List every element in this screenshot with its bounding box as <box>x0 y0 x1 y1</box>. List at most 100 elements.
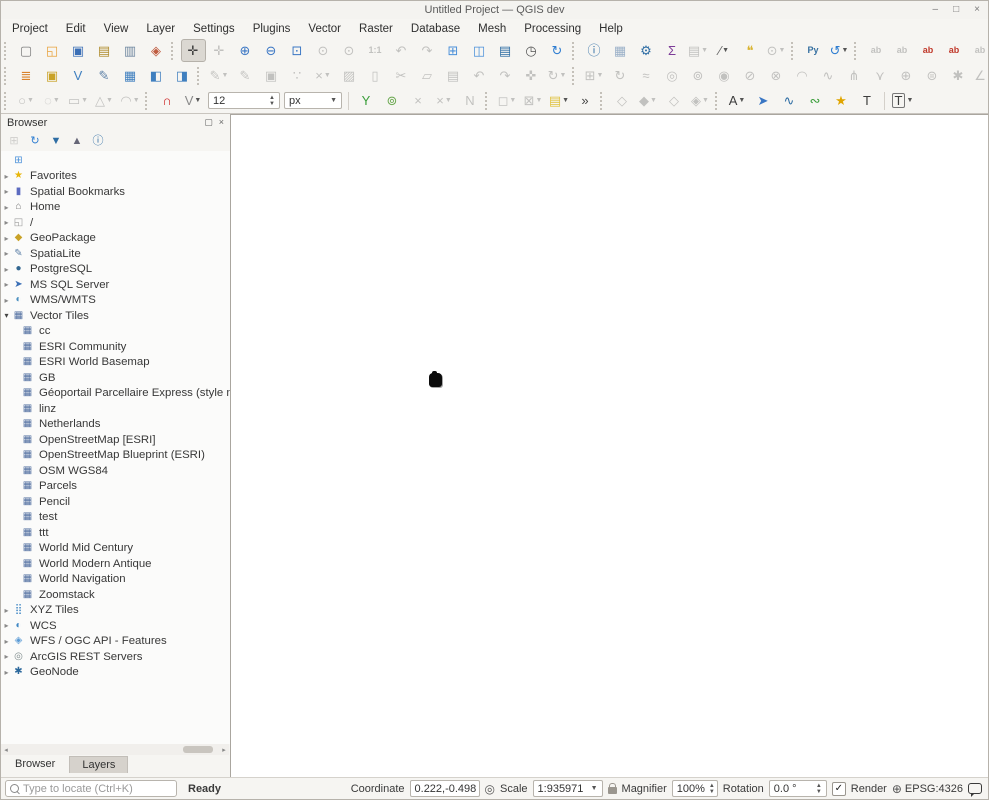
show-map-tips-button[interactable]: ❝ <box>738 39 763 62</box>
toolbar-drag-handle[interactable] <box>197 67 202 85</box>
expand-arrow-icon[interactable]: ▸ <box>1 234 12 243</box>
render-checkbox[interactable]: ✓ <box>832 782 846 796</box>
temporal-controller-panel-button[interactable]: ◷ <box>519 39 544 62</box>
toolbar-drag-handle[interactable] <box>791 42 796 60</box>
tree-item-osm-wgs84[interactable]: ▦OSM WGS84 <box>1 463 230 479</box>
snapping-tolerance-input[interactable]: 12▲▼ <box>208 92 280 109</box>
open-data-source-manager-button[interactable]: ≣ <box>14 64 39 87</box>
tree-item-xyz-tiles[interactable]: ▸⣿XYZ Tiles <box>1 603 230 619</box>
expand-arrow-icon[interactable]: ▸ <box>1 621 12 630</box>
toolbar-drag-handle[interactable] <box>600 92 605 110</box>
tree-item-project[interactable]: ⊞ <box>1 153 230 169</box>
show-spatial-bookmarks-button[interactable]: ▤ <box>493 39 518 62</box>
toolbar-drag-handle[interactable] <box>572 42 577 60</box>
enable-snapping-button[interactable]: ∩ <box>155 89 180 112</box>
expand-arrow-icon[interactable]: ▸ <box>1 652 12 661</box>
snapping-units-combo[interactable]: px▼ <box>284 92 342 109</box>
scroll-right-arrow[interactable]: ▸ <box>219 744 229 755</box>
tree-item-g-oportail-parcellaire-express-style-noir[interactable]: ▦Géoportail Parcellaire Express (style n… <box>1 386 230 402</box>
modify-annotations-button[interactable]: ➤ <box>751 89 776 112</box>
new-mesh-layer-button[interactable]: ◧ <box>144 64 169 87</box>
new-virtual-layer-button[interactable]: ◨ <box>170 64 195 87</box>
snapping-mode-dropdown-button[interactable]: V▼ <box>181 89 206 112</box>
tree-item-wms-wmts[interactable]: ▸◐WMS/WMTS <box>1 293 230 309</box>
select-by-form-button[interactable]: ▤▼ <box>547 89 572 112</box>
create-marker-annotation-button[interactable]: ★ <box>829 89 854 112</box>
tree-item-wfs-ogc-api-features[interactable]: ▸◈WFS / OGC API - Features <box>1 634 230 650</box>
expand-arrow-icon[interactable]: ▸ <box>1 172 12 181</box>
toolbar-drag-handle[interactable] <box>4 67 9 85</box>
scale-combo[interactable]: 1:935971 ▼ <box>533 780 603 797</box>
highlight-pinned-labels-button[interactable]: ab <box>916 39 941 62</box>
menu-mesh[interactable]: Mesh <box>469 21 515 37</box>
menu-edit[interactable]: Edit <box>57 21 95 37</box>
menu-plugins[interactable]: Plugins <box>244 21 300 37</box>
zoom-out-button[interactable]: ⊖ <box>259 39 284 62</box>
tree-item-[interactable]: ▸◱/ <box>1 215 230 231</box>
spin-steppers[interactable]: ▲▼ <box>705 783 715 795</box>
maximize-button[interactable]: □ <box>953 5 959 15</box>
create-point-text-annotation-button[interactable]: T <box>855 89 880 112</box>
toolbar-drag-handle[interactable] <box>854 42 859 60</box>
menu-help[interactable]: Help <box>590 21 632 37</box>
show-statistical-summary-button[interactable]: Σ <box>660 39 685 62</box>
close-button[interactable]: × <box>974 5 980 15</box>
tree-item-openstreetmap-blueprint-esri[interactable]: ▦OpenStreetMap Blueprint (ESRI) <box>1 448 230 464</box>
collapse-all-button[interactable]: ▲ <box>68 132 86 150</box>
tree-item-geopackage[interactable]: ▸◆GeoPackage <box>1 231 230 247</box>
tree-item-ttt[interactable]: ▦ttt <box>1 525 230 541</box>
tree-item-cc[interactable]: ▦cc <box>1 324 230 340</box>
new-geopackage-layer-button[interactable]: ▣ <box>40 64 65 87</box>
minimize-button[interactable]: – <box>933 5 939 15</box>
measure-line-button[interactable]: ∕▼ <box>712 39 737 62</box>
close-panel-button[interactable]: × <box>219 118 224 127</box>
new-temporary-scratch-layer-button[interactable]: ▦ <box>118 64 143 87</box>
expand-arrow-icon[interactable]: ▸ <box>1 203 12 212</box>
menu-settings[interactable]: Settings <box>184 21 244 37</box>
rotation-spinbox[interactable]: 0.0 ° ▲▼ <box>769 780 827 797</box>
create-line-annotation-button[interactable]: ∿ <box>777 89 802 112</box>
form-annotation-dropdown-button[interactable]: T▼ <box>890 89 916 112</box>
python-console-button[interactable]: Py <box>801 39 826 62</box>
zoom-full-button[interactable]: ⊡ <box>285 39 310 62</box>
expand-arrow-icon[interactable]: ▸ <box>1 249 12 258</box>
locator-search-input[interactable]: Type to locate (Ctrl+K) <box>5 780 177 797</box>
open-attribute-table-button[interactable]: ▦ <box>608 39 633 62</box>
tree-item-openstreetmap-esri[interactable]: ▦OpenStreetMap [ESRI] <box>1 432 230 448</box>
hscroll-thumb[interactable] <box>183 746 213 753</box>
toolbar-drag-handle[interactable] <box>485 92 490 110</box>
new-shapefile-layer-button[interactable]: V <box>66 64 91 87</box>
zoom-in-button[interactable]: ⊕ <box>233 39 258 62</box>
expand-arrow-icon[interactable]: ▸ <box>1 637 12 646</box>
lock-scale-icon[interactable] <box>608 787 617 794</box>
toolbar-drag-handle[interactable] <box>4 42 9 60</box>
create-polygon-annotation-button[interactable]: ∾ <box>803 89 828 112</box>
expand-arrow-icon[interactable]: ▾ <box>1 311 12 320</box>
toolbar-drag-handle[interactable] <box>145 92 150 110</box>
new-3d-map-view-button[interactable]: ◫ <box>467 39 492 62</box>
refresh-browser-button[interactable]: ↻ <box>26 132 44 150</box>
new-spatialite-layer-button[interactable]: ✎ <box>92 64 117 87</box>
menu-database[interactable]: Database <box>402 21 469 37</box>
tab-browser[interactable]: Browser <box>3 756 67 772</box>
expand-arrow-icon[interactable]: ▸ <box>1 218 12 227</box>
expand-arrow-icon[interactable]: ▸ <box>1 187 12 196</box>
new-map-view-button[interactable]: ⊞ <box>441 39 466 62</box>
tree-item-esri-world-basemap[interactable]: ▦ESRI World Basemap <box>1 355 230 371</box>
tree-item-world-mid-century[interactable]: ▦World Mid Century <box>1 541 230 557</box>
tree-item-netherlands[interactable]: ▦Netherlands <box>1 417 230 433</box>
toolbar-drag-handle[interactable] <box>715 92 720 110</box>
tree-item-geonode[interactable]: ▸✱GeoNode <box>1 665 230 681</box>
browser-properties-button[interactable]: ⓘ <box>89 132 107 150</box>
tree-item-ms-sql-server[interactable]: ▸➤MS SQL Server <box>1 277 230 293</box>
tree-item-zoomstack[interactable]: ▦Zoomstack <box>1 587 230 603</box>
menu-raster[interactable]: Raster <box>350 21 402 37</box>
magnifier-spinbox[interactable]: 100% ▲▼ <box>672 780 718 797</box>
messages-icon[interactable] <box>968 783 982 794</box>
tree-item-test[interactable]: ▦test <box>1 510 230 526</box>
toggle-unplaced-labels-button[interactable]: ab <box>942 39 967 62</box>
float-panel-button[interactable]: ▢ <box>204 118 213 127</box>
tree-item-linz[interactable]: ▦linz <box>1 401 230 417</box>
identify-features-button[interactable]: ⓘ <box>582 39 607 62</box>
tree-item-arcgis-rest-servers[interactable]: ▸◎ArcGIS REST Servers <box>1 649 230 665</box>
